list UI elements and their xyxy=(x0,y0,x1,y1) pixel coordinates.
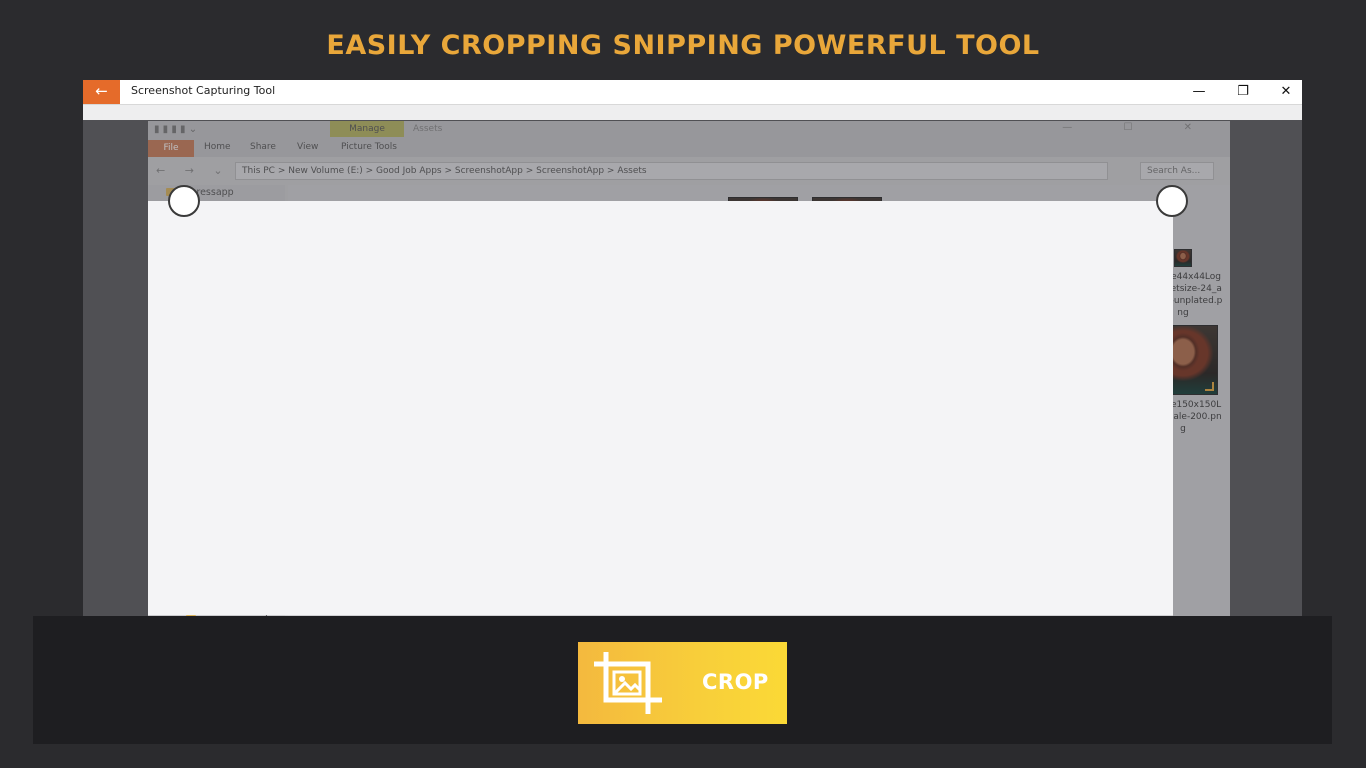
dim-overlay-right xyxy=(1173,201,1230,620)
bottom-toolbar: CROP xyxy=(33,616,1332,744)
page-headline: EASILY CROPPING SNIPPING POWERFUL TOOL xyxy=(326,30,1040,61)
title-bar: ← Screenshot Capturing Tool — ❐ ✕ xyxy=(83,80,1302,104)
dim-overlay-top xyxy=(148,121,1230,201)
arrow-left-icon: ← xyxy=(95,82,108,100)
close-button[interactable]: ✕ xyxy=(1268,82,1302,102)
toolbar-strip xyxy=(83,104,1302,120)
crop-image-icon xyxy=(594,652,662,714)
captured-screenshot[interactable]: ▮ ▮ ▮ ▮ ⌄ Manage Assets — ☐ ✕ File Home … xyxy=(148,121,1230,620)
window-title: Screenshot Capturing Tool xyxy=(131,84,276,97)
restore-button[interactable]: ❐ xyxy=(1225,82,1261,102)
crop-handle-top-right[interactable] xyxy=(1156,185,1188,217)
app-window: ← Screenshot Capturing Tool — ❐ ✕ ▮ ▮ ▮ … xyxy=(83,80,1302,620)
crop-button-label: CROP xyxy=(702,670,769,694)
back-button[interactable]: ← xyxy=(83,80,120,104)
crop-region[interactable] xyxy=(148,201,1173,615)
crop-handle-top-left[interactable] xyxy=(168,185,200,217)
crop-button[interactable]: CROP xyxy=(578,642,787,724)
minimize-button[interactable]: — xyxy=(1181,82,1217,102)
